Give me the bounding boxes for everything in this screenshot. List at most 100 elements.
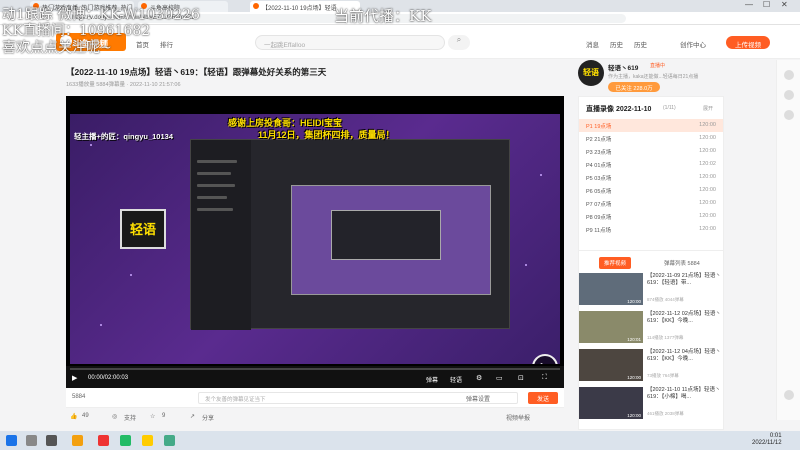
episode-item[interactable]: P5 03点场 120:00 (579, 171, 723, 184)
video-thumbnail[interactable]: 120:00 (579, 349, 643, 381)
upload-video-button[interactable]: 上传视频 (726, 36, 770, 49)
douyu-favicon-icon (253, 3, 259, 9)
sidebar-line (197, 160, 237, 163)
video-thumbnail[interactable]: 120:00 (579, 273, 643, 305)
list-item[interactable]: 120:00 【2022-11-09 21点场】轻语丶619：【轻语】带... … (579, 273, 725, 307)
rec-sub: 461播放 2038弹幕 (647, 411, 684, 416)
support-label[interactable]: 支持 (124, 413, 136, 422)
video-thumbnail[interactable]: 120:00 (579, 387, 643, 419)
stream-software-window (190, 139, 510, 330)
coin-icon[interactable]: ◎ (112, 413, 117, 420)
header-history-1[interactable]: 历史 (610, 39, 623, 49)
rail-home-icon[interactable] (784, 70, 794, 80)
episode-item[interactable]: P8 09点场 120:00 (579, 210, 723, 223)
rec-title[interactable]: 【2022-11-12 04点场】轻语丶619：【KK】今晚... (647, 349, 725, 363)
video-title: 【2022-11-10 19点场】轻语丶619：【轻语】跟弹幕处好关系的第三天 (66, 67, 327, 77)
share-label[interactable]: 分享 (202, 413, 214, 422)
episode-item[interactable]: P1 19点场 120:00 (579, 119, 723, 132)
play-icon[interactable]: ▶ (72, 374, 77, 382)
like-count: 49 (82, 413, 89, 419)
star-dot (100, 324, 102, 326)
report-link[interactable]: 视频举报 (506, 413, 530, 422)
danmu-setting[interactable]: 弹幕设置 (466, 394, 490, 403)
author-name[interactable]: 轻语丶619 (608, 62, 638, 72)
episode-item[interactable]: P3 23点场 120:00 (579, 145, 723, 158)
right-sidebar: 轻语 轻语丶619 直播中 作为主播，kaka还能做...轻语每日21点播 已关… (578, 60, 724, 430)
close-icon[interactable]: ✕ (781, 0, 788, 9)
follower-count: 228.0万 (633, 86, 653, 92)
search-icon[interactable] (26, 435, 37, 446)
progress-bar[interactable] (70, 368, 560, 370)
header-messages[interactable]: 消息 (586, 39, 599, 49)
stream-banner-event: 11月12日，集团杯四排，质量局！ (258, 130, 395, 140)
webfullscreen-icon[interactable]: ⊡ (518, 374, 524, 382)
send-danmu-button[interactable]: 发送 (528, 392, 558, 404)
explorer-icon[interactable] (72, 435, 83, 446)
danmu-toggle[interactable]: 弹幕 (426, 375, 438, 384)
sidebar-line (197, 208, 233, 211)
overlay-text: 喜欢点点关注呢~ (2, 40, 112, 56)
episode-item[interactable]: P2 21点场 120:00 (579, 132, 723, 145)
stream-preview-nested (331, 210, 441, 260)
video-player[interactable]: 感谢上房投食哥：HEIDI宝宝 11月12日，集团杯四排，质量局！ 轻主播+的匠… (66, 96, 564, 388)
danmu-bar: 5884 发个友善的弹幕见证当下 弹幕设置 发送 (66, 388, 564, 408)
episode-item[interactable]: P4 01点场 120:02 (579, 158, 723, 171)
list-item[interactable]: 120:00 【2022-11-12 04点场】轻语丶619：【KK】今晚...… (579, 349, 725, 383)
overlay-text: 当前代播：KK (334, 7, 432, 25)
tab-danmu-list[interactable]: 弹幕列表 5884 (659, 257, 705, 269)
taskbar: 0:01 2022/11/12 (0, 431, 800, 450)
follow-label: 已关注 (615, 86, 632, 92)
rail-follow-icon[interactable] (784, 90, 794, 100)
big-play-icon[interactable]: ▶ (532, 354, 558, 364)
list-item[interactable]: 120:01 【2022-11-12 02点场】轻语丶619：【KK】今晚...… (579, 311, 725, 345)
windows-start-icon[interactable] (6, 435, 17, 446)
tab-recommend[interactable]: 推荐视频 (599, 257, 632, 269)
rail-history-icon[interactable] (784, 110, 794, 120)
app-icon[interactable] (98, 435, 109, 446)
rec-sub: 73播放 764弹幕 (647, 373, 679, 378)
nav-home[interactable]: 首页 (136, 39, 149, 49)
header-history-2[interactable]: 历史 (634, 39, 647, 49)
rec-title[interactable]: 【2022-11-12 02点场】轻语丶619：【KK】今晚... (647, 311, 725, 325)
header-creator-center[interactable]: 创作中心 (680, 39, 706, 49)
nav-rank[interactable]: 排行 (160, 39, 173, 49)
search-icon[interactable]: ⌕ (448, 35, 470, 50)
follow-button[interactable]: 已关注 228.0万 (608, 82, 660, 92)
replay-count: (1/11) (663, 105, 676, 111)
settings-icon[interactable]: ⚙ (476, 374, 482, 382)
fullscreen-icon[interactable]: ⛶ (542, 374, 547, 382)
task-view-icon[interactable] (46, 435, 57, 446)
app-icon[interactable] (120, 435, 131, 446)
video-thumbnail[interactable]: 120:01 (579, 311, 643, 343)
back-to-top-icon[interactable] (784, 390, 794, 400)
rec-title[interactable]: 【2022-11-10 11点场】轻语丶619：【小棉】喝... (647, 387, 725, 401)
rec-title[interactable]: 【2022-11-09 21点场】轻语丶619：【轻语】带... (647, 273, 725, 287)
share-icon[interactable]: ↗ (190, 413, 195, 420)
maximize-icon[interactable]: ☐ (763, 0, 770, 9)
episode-item[interactable]: P9 11点场 120:00 (579, 223, 723, 236)
episode-item[interactable]: P7 07点场 120:00 (579, 197, 723, 210)
minimize-icon[interactable]: — (745, 0, 753, 9)
sidebar-line (197, 196, 227, 199)
favorite-icon[interactable]: ☆ (150, 413, 155, 420)
replay-more[interactable]: 展开 (703, 105, 713, 112)
browser-icon[interactable] (164, 435, 175, 446)
star-dot (130, 274, 132, 276)
episode-item[interactable]: P6 05点场 120:00 (579, 184, 723, 197)
quality-select[interactable]: 轻语 (450, 375, 462, 384)
video-meta: 1633播放量 5884弹幕量 · 2022-11-10 21:57:06 (66, 82, 181, 88)
replay-title: 直播录像 2022-11-10 (586, 106, 652, 113)
recommend-list: 推荐视频 弹幕列表 5884 120:00 【2022-11-09 21点场】轻… (578, 250, 724, 430)
star-dot (540, 174, 542, 176)
stream-host-label: 轻主播+的匠：qingyu_10134 (74, 132, 173, 141)
stream-logo: 轻语 (120, 209, 166, 249)
app-icon[interactable] (142, 435, 153, 446)
tray-clock[interactable]: 0:01 2022/11/12 (752, 433, 782, 447)
like-icon[interactable]: 👍 (70, 413, 77, 420)
time-display: 00:00/02:00:03 (88, 375, 129, 381)
list-item[interactable]: 120:00 【2022-11-10 11点场】轻语丶619：【小棉】喝... … (579, 387, 725, 421)
search-input[interactable]: 一起跳Effalloo (255, 35, 445, 50)
danmu-count: 5884 (72, 394, 86, 400)
author-avatar[interactable]: 轻语 (578, 60, 604, 86)
widescreen-icon[interactable]: ▭ (496, 374, 503, 382)
